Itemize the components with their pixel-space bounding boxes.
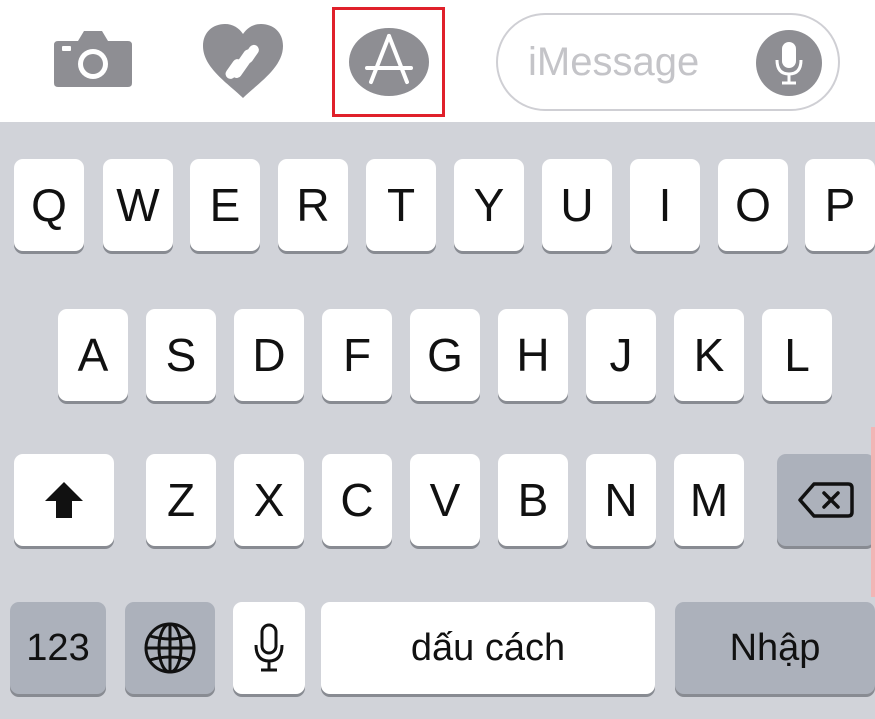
key-v[interactable]: V <box>410 454 480 546</box>
key-m[interactable]: M <box>674 454 744 546</box>
globe-key[interactable] <box>125 602 215 694</box>
key-z[interactable]: Z <box>146 454 216 546</box>
key-j[interactable]: J <box>586 309 656 401</box>
key-l[interactable]: L <box>762 309 832 401</box>
key-a[interactable]: A <box>58 309 128 401</box>
numbers-key[interactable]: 123 <box>10 602 106 694</box>
camera-icon[interactable] <box>52 27 134 89</box>
shift-icon <box>45 482 83 518</box>
microphone-icon <box>254 623 284 672</box>
digital-touch-icon[interactable] <box>199 22 287 100</box>
key-f[interactable]: F <box>322 309 392 401</box>
dictation-key[interactable] <box>233 602 305 694</box>
shift-key[interactable] <box>14 454 114 546</box>
delete-icon <box>798 482 854 518</box>
message-toolbar <box>0 0 875 122</box>
key-w[interactable]: W <box>103 159 173 251</box>
key-s[interactable]: S <box>146 309 216 401</box>
key-b[interactable]: B <box>498 454 568 546</box>
key-y[interactable]: Y <box>454 159 524 251</box>
key-t[interactable]: T <box>366 159 436 251</box>
imessage-input-field[interactable] <box>496 13 840 111</box>
key-h[interactable]: H <box>498 309 568 401</box>
return-key[interactable]: Nhập <box>675 602 875 694</box>
key-r[interactable]: R <box>278 159 348 251</box>
key-x[interactable]: X <box>234 454 304 546</box>
key-n[interactable]: N <box>586 454 656 546</box>
microphone-icon[interactable] <box>756 30 822 96</box>
key-q[interactable]: Q <box>14 159 84 251</box>
delete-key[interactable] <box>777 454 875 546</box>
key-i[interactable]: I <box>630 159 700 251</box>
key-d[interactable]: D <box>234 309 304 401</box>
app-store-button[interactable] <box>332 7 445 117</box>
key-c[interactable]: C <box>322 454 392 546</box>
key-g[interactable]: G <box>410 309 480 401</box>
keyboard: Q W E R T Y U I O P A S D F G H J K L Z … <box>0 122 875 719</box>
globe-icon <box>144 622 196 674</box>
key-o[interactable]: O <box>718 159 788 251</box>
key-p[interactable]: P <box>805 159 875 251</box>
app-store-icon <box>349 28 429 96</box>
key-e[interactable]: E <box>190 159 260 251</box>
message-input[interactable] <box>528 37 748 87</box>
key-k[interactable]: K <box>674 309 744 401</box>
space-key[interactable]: dấu cách <box>321 602 655 694</box>
edge-mark <box>871 427 875 597</box>
key-u[interactable]: U <box>542 159 612 251</box>
